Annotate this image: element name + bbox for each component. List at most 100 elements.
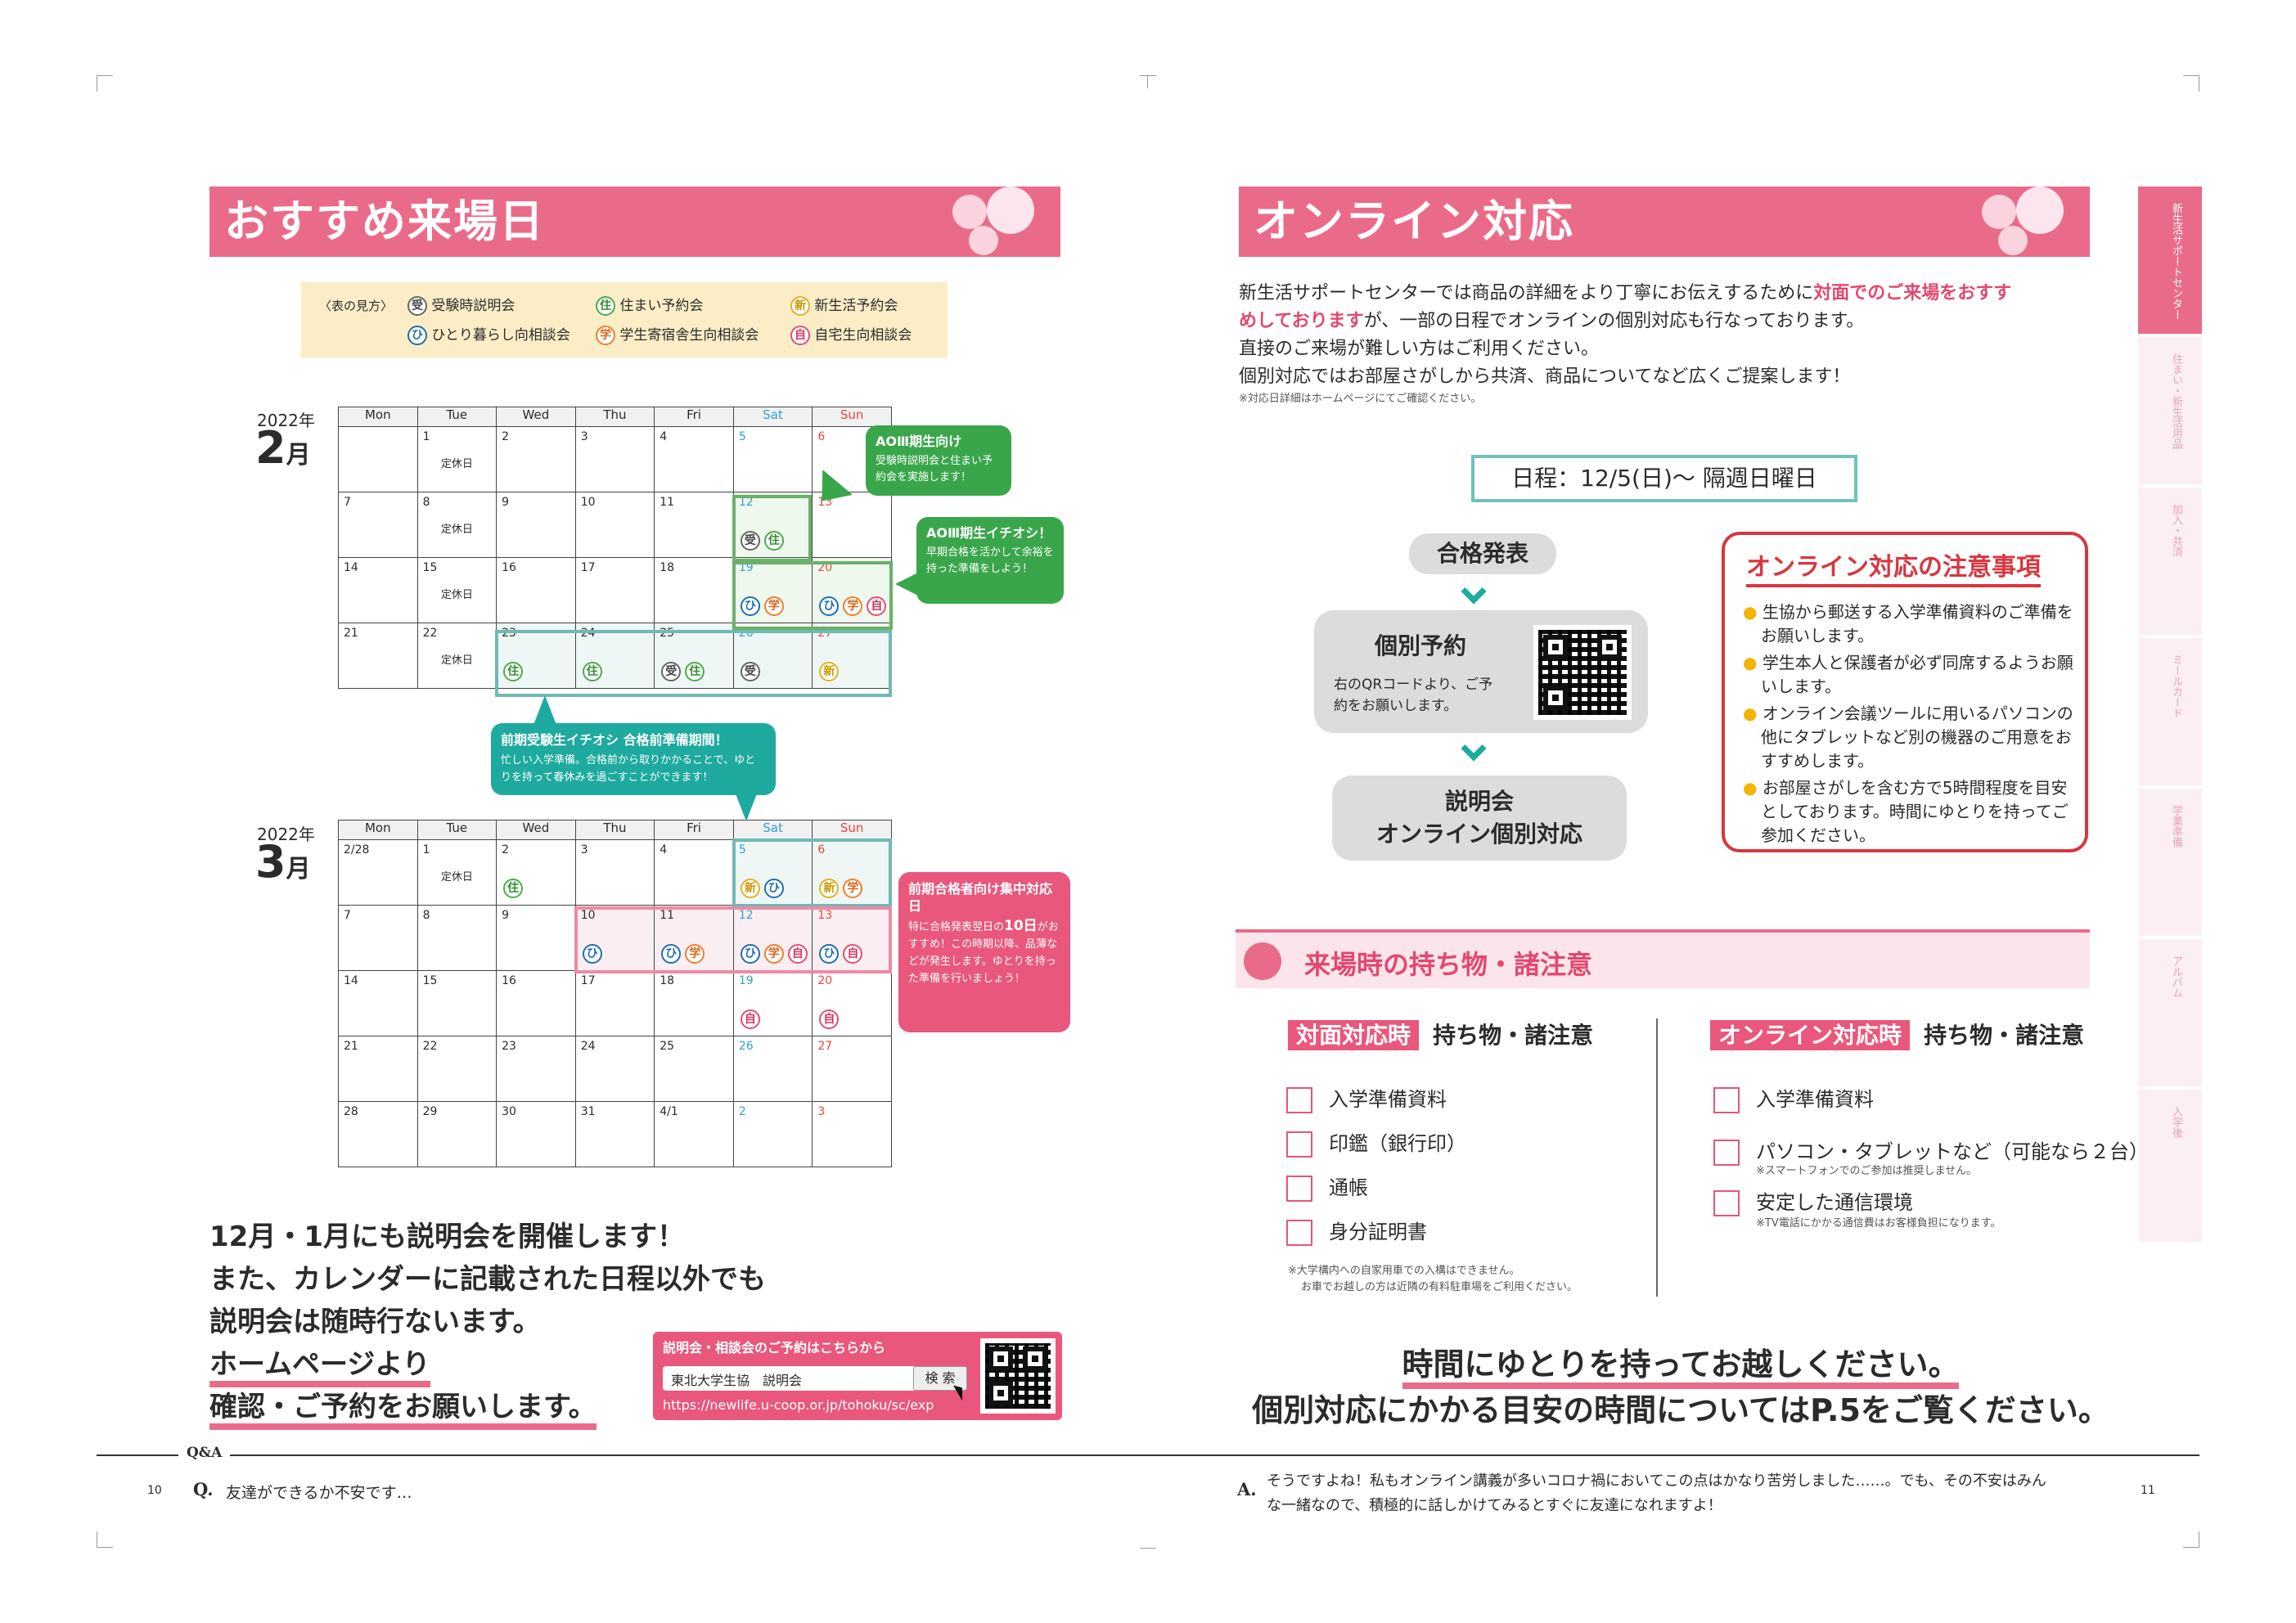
ji-icon: 自 (867, 596, 887, 616)
inperson-item[interactable]: 印鑑（銀行印） (1286, 1127, 1466, 1158)
day-number: 4 (660, 843, 668, 856)
search-input[interactable]: 東北大学生協 説明会 (663, 1366, 916, 1391)
checkbox[interactable] (1713, 1190, 1740, 1216)
checkbox[interactable] (1286, 1087, 1312, 1113)
calendar-day: 19 ひ学 (732, 557, 813, 623)
calendar-day: 20 自 (812, 970, 892, 1036)
day-number: 6 (817, 843, 826, 856)
legend-item: 新 新生活予約会 (790, 294, 898, 316)
side-tab[interactable]: 入学後 (2138, 1090, 2202, 1243)
ji-icon: 自 (790, 326, 810, 345)
inperson-note: ※大学構内への自家用車での入構はできません。 お車でお越しの方は近隣の有料駐車場… (1288, 1265, 1578, 1293)
day-number: 19 (738, 561, 754, 574)
inperson-heading: 対面対応時 持ち物・諸注意 (1288, 1018, 1593, 1050)
day-number: 24 (580, 627, 596, 640)
day-number: 25 (660, 627, 675, 640)
hi-icon: ひ (740, 944, 760, 964)
calendar-day (338, 426, 418, 492)
reserve-url[interactable]: https://newlife.u-coop.or.jp/tohoku/sc/e… (663, 1397, 934, 1413)
legend-item: 学 学生寄宿舎生向相談会 (596, 323, 759, 345)
day-number: 27 (817, 627, 833, 640)
checkbox[interactable] (1286, 1131, 1312, 1158)
side-tab[interactable]: 加入・共済 (2138, 488, 2202, 636)
belongings-title: 来場時の持ち物・諸注意 (1304, 949, 1593, 980)
calendar-day: 27 (812, 1036, 892, 1102)
checkbox[interactable] (1286, 1176, 1312, 1202)
calendar-day: 28 (338, 1101, 418, 1167)
calendar-day: 3 (574, 426, 655, 492)
reserve-box: 説明会・相談会のご予約はこちらから 東北大学生協 説明会 検 索 https:/… (653, 1332, 1062, 1420)
checkbox[interactable] (1713, 1140, 1740, 1166)
day-number: 2 (738, 1105, 746, 1118)
shin-icon: 新 (740, 879, 760, 898)
closed-label: 定休日 (440, 871, 473, 883)
day-number: 5 (738, 430, 746, 443)
calendar-day: 23 (496, 1036, 576, 1102)
a-mark: A. (1237, 1479, 1257, 1499)
inperson-item[interactable]: 通帳 (1286, 1171, 1368, 1202)
online-item[interactable]: 安定した通信環境 (1713, 1186, 1913, 1216)
day-number: 2/28 (344, 843, 370, 856)
weekday-header: Fri (654, 407, 734, 427)
callout-ao3-ichioshi: AOⅢ期生イチオシ！ 早期合格を活かして余裕を持った準備をしよう！ (916, 517, 1064, 604)
inperson-item[interactable]: 身分証明書 (1286, 1216, 1427, 1246)
legend-item: 住 住まい予約会 (596, 294, 703, 316)
day-number: 21 (344, 1040, 358, 1053)
su-icon: 住 (763, 531, 784, 551)
day-number: 14 (344, 974, 358, 987)
day-number: 3 (580, 843, 588, 856)
divider (1656, 1018, 1658, 1297)
page-number-right: 11 (2141, 1484, 2155, 1497)
weekday-header: Sun (812, 407, 892, 427)
checkbox[interactable] (1286, 1220, 1312, 1246)
flower-icon (987, 187, 1034, 234)
calendar-day: 26 受 (732, 623, 813, 689)
crop-mark (2183, 1531, 2199, 1548)
calendar-day: 21 (338, 1036, 418, 1102)
weekday-header: Sat (732, 407, 813, 427)
calendar-day: 15 (416, 970, 497, 1036)
day-number: 17 (580, 561, 596, 574)
calendar-day: 24 住 (574, 623, 655, 689)
calendar-day: 8 (416, 905, 497, 971)
caution-box: オンライン対応の注意事項 ● 生協から郵送する入学準備資料のご準備をお願いします… (1722, 532, 2088, 852)
calendar-day: 2住 (496, 839, 576, 906)
side-tab[interactable]: ミールカード (2138, 638, 2202, 787)
weekday-header: Thu (574, 407, 655, 427)
side-tab[interactable]: 学業準備 (2138, 789, 2202, 937)
question-text: 友達ができるか不安です… (226, 1484, 412, 1502)
day-number: 3 (817, 1105, 826, 1118)
online-item[interactable]: 入学準備資料 (1713, 1083, 1874, 1113)
calendar-day: 25 (654, 1036, 734, 1102)
chevron-down-icon (1461, 735, 1487, 762)
calendar-day: 29 (416, 1101, 497, 1167)
day-number: 12 (738, 496, 754, 509)
calendar-day: 16 (496, 970, 576, 1036)
hi-icon: ひ (582, 944, 602, 964)
weekday-header: Tue (416, 820, 497, 840)
side-tab[interactable]: アルバム (2138, 939, 2202, 1088)
gaku-icon: 学 (763, 596, 784, 616)
inperson-item[interactable]: 入学準備資料 (1286, 1083, 1447, 1113)
calendar-day: 21 (338, 623, 418, 689)
closed-label: 定休日 (440, 589, 473, 601)
calendar-day: 1 定休日 (416, 839, 497, 906)
online-note: ※スマートフォンでのご参加は推奨しません。 (1756, 1165, 1978, 1177)
gaku-icon: 学 (843, 596, 863, 616)
day-number: 12 (738, 909, 754, 922)
ju-icon: 受 (407, 296, 427, 316)
flower-icon (2016, 187, 2064, 234)
calendar-day: 22 定休日 (416, 623, 497, 689)
callout-pointer (533, 695, 556, 725)
day-number: 4 (660, 430, 668, 443)
side-tab[interactable]: 新生活サポートセンター (2138, 187, 2202, 335)
ji-icon: 自 (787, 944, 808, 964)
day-number: 24 (580, 1040, 596, 1053)
footer-rule (97, 1454, 2199, 1456)
checkbox[interactable] (1713, 1087, 1740, 1113)
day-number: 30 (502, 1105, 516, 1118)
shin-icon: 新 (819, 879, 840, 898)
day-number: 3 (580, 430, 588, 443)
side-tab[interactable]: 住まい・新生活用品 (2138, 337, 2202, 486)
calendar-day: 17 (574, 970, 655, 1036)
